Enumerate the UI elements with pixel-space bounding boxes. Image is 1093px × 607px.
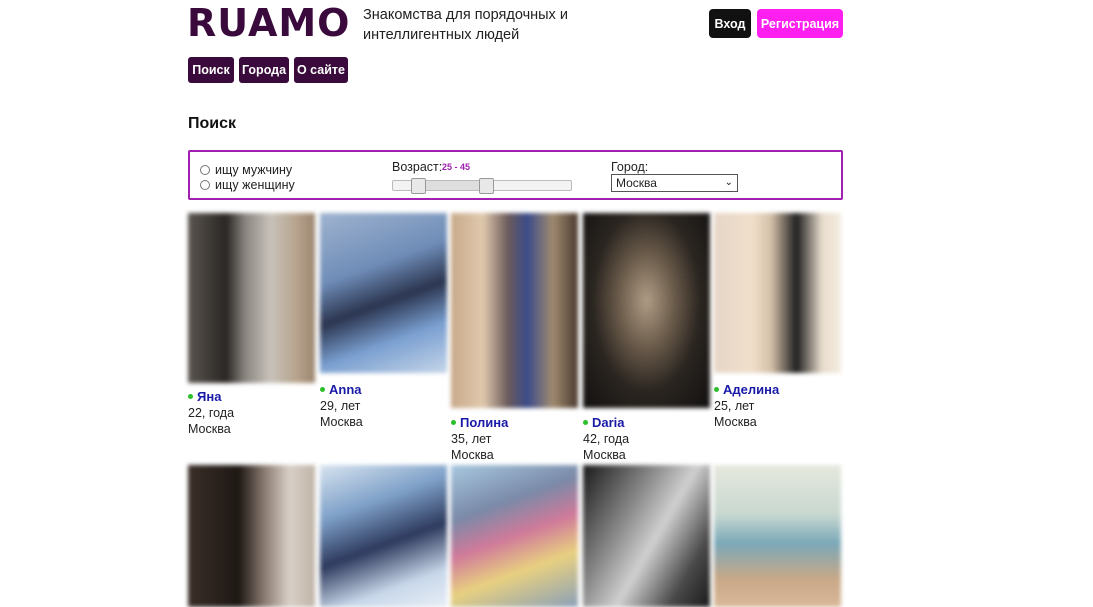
login-button[interactable]: Вход: [709, 9, 751, 38]
profile-name[interactable]: Полина: [451, 415, 508, 430]
profile-name-label: Полина: [460, 415, 509, 430]
profile-name[interactable]: Daria: [583, 415, 625, 430]
profile-age: 29, лет: [320, 399, 361, 413]
gender-option-male[interactable]: ищу мужчину: [200, 163, 292, 177]
register-button[interactable]: Регистрация: [757, 9, 843, 38]
profile-photo[interactable]: [714, 213, 841, 373]
profile-age: 25, лет: [714, 399, 755, 413]
profile-name-label: Daria: [592, 415, 625, 430]
profile-name[interactable]: Anna: [320, 382, 362, 397]
online-status-icon: [451, 420, 456, 425]
profile-city: Москва: [583, 448, 626, 462]
online-status-icon: [583, 420, 588, 425]
profile-city: Москва: [320, 415, 363, 429]
profile-name-label: Яна: [197, 389, 222, 404]
profile-photo[interactable]: [714, 465, 841, 607]
site-logo[interactable]: RUAMO: [187, 3, 350, 43]
online-status-icon: [714, 387, 719, 392]
age-range-value: 25 - 45: [442, 162, 471, 172]
age-range-slider[interactable]: [392, 178, 572, 194]
site-tagline: Знакомства для порядочных и интеллигентн…: [363, 7, 568, 43]
gender-option-female[interactable]: ищу женщину: [200, 178, 295, 192]
age-slider-fill: [418, 181, 486, 190]
profile-age: 42, года: [583, 432, 630, 446]
profile-age: 35, лет: [451, 432, 492, 446]
profile-photo[interactable]: [583, 465, 710, 607]
profile-city: Москва: [714, 415, 757, 429]
profile-photo[interactable]: [451, 465, 578, 607]
city-select[interactable]: Москва ⌄: [611, 174, 738, 192]
profile-name-label: Anna: [329, 382, 362, 397]
age-label: Возраст:: [392, 160, 443, 174]
age-min-handle[interactable]: [411, 178, 426, 194]
profile-name[interactable]: Яна: [188, 389, 221, 404]
profile-age: 22, года: [188, 406, 235, 420]
profile-photo[interactable]: [583, 213, 710, 408]
profile-photo[interactable]: [320, 465, 447, 607]
gender-option-label: ищу мужчину: [215, 163, 293, 177]
radio-icon[interactable]: [200, 165, 210, 175]
age-max-handle[interactable]: [479, 178, 494, 194]
profile-photo[interactable]: [451, 213, 578, 408]
profile-photo[interactable]: [320, 213, 447, 373]
profile-photo[interactable]: [188, 213, 315, 383]
profile-city: Москва: [188, 422, 231, 436]
online-status-icon: [188, 394, 193, 399]
chevron-down-icon: ⌄: [724, 177, 733, 188]
gender-option-label: ищу женщину: [215, 178, 295, 192]
profile-city: Москва: [451, 448, 494, 462]
profile-name-label: Аделина: [723, 382, 780, 397]
radio-icon[interactable]: [200, 180, 210, 190]
nav-about-button[interactable]: О сайте: [294, 57, 348, 83]
nav-search-button[interactable]: Поиск: [188, 57, 234, 83]
search-title: Поиск: [188, 115, 237, 132]
profile-name[interactable]: Аделина: [714, 382, 779, 397]
search-filter-panel: ищу мужчину ищу женщину Возраст: 25 - 45…: [188, 150, 843, 200]
city-label: Город:: [611, 160, 649, 174]
nav-cities-button[interactable]: Города: [239, 57, 289, 83]
city-select-value: Москва: [616, 176, 657, 190]
online-status-icon: [320, 387, 325, 392]
profile-photo[interactable]: [188, 465, 315, 607]
